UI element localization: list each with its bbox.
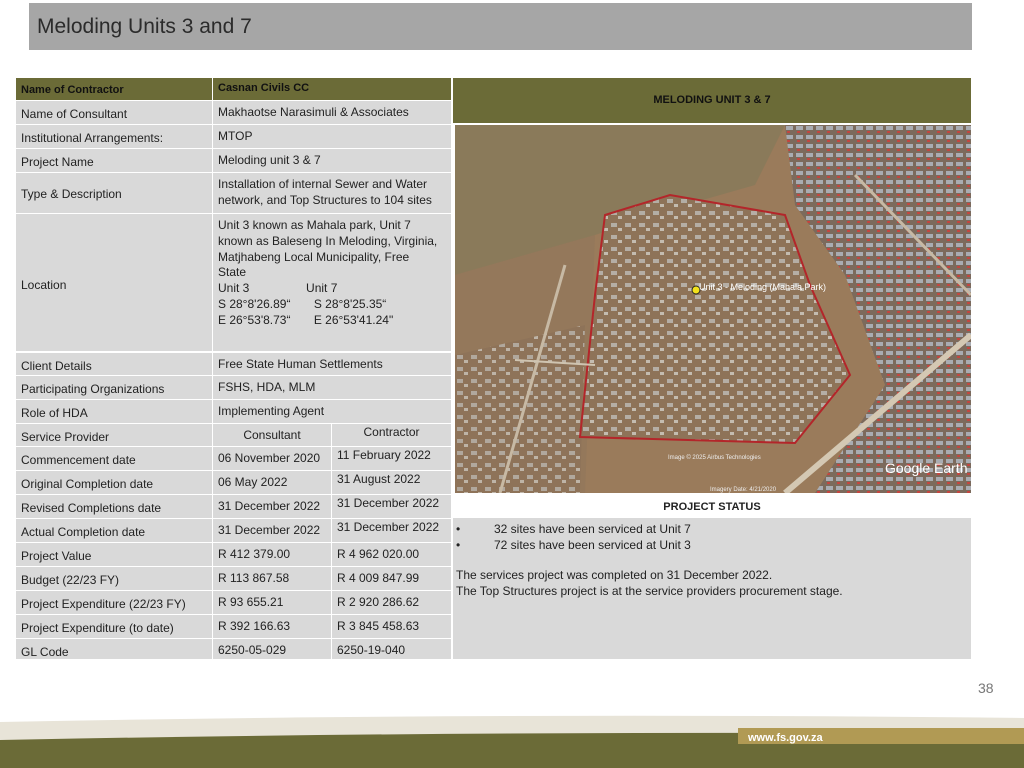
consultant-value: R 93 655.21 (213, 591, 331, 614)
table-row: Project Expenditure (22/23 FY) R 93 655.… (16, 591, 452, 614)
row-label: Commencement date (16, 447, 212, 470)
bullet-icon: • (456, 522, 461, 536)
value-line: Matjhabeng Local Municipality, Free (218, 249, 410, 264)
consultant-value: 31 December 2022 (213, 519, 331, 542)
table-row: Actual Completion date 31 December 2022 … (16, 519, 452, 542)
row-label: Project Name (16, 149, 212, 172)
contractor-value: 11 February 2022 (332, 447, 451, 470)
contractor-value: R 4 009 847.99 (332, 567, 451, 590)
table-row: Project Expenditure (to date) R 392 166.… (16, 615, 452, 638)
status-body: • 32 sites have been serviced at Unit 7 … (453, 518, 971, 659)
value-line: State (218, 265, 247, 280)
bullet-text: 32 sites have been serviced at Unit 7 (494, 522, 691, 536)
status-paragraph: The Top Structures project is at the ser… (456, 583, 843, 598)
contractor-value: 31 December 2022 (332, 519, 451, 542)
bullet-text: 72 sites have been serviced at Unit 3 (494, 538, 691, 552)
row-value: Meloding unit 3 & 7 (213, 149, 451, 172)
row-value: FSHS, HDA, MLM (213, 376, 451, 399)
row-label: Project Value (16, 543, 212, 566)
value-line: S 28°8'26.89“ S 28°8'25.35“ (218, 296, 387, 311)
row-label: Location (16, 214, 212, 351)
table-row: Type & Description Installation of inter… (16, 173, 452, 213)
consultant-value: R 412 379.00 (213, 543, 331, 566)
footer-graphic (0, 715, 1024, 768)
contractor-value: Contractor (332, 424, 451, 446)
consultant-value: 06 May 2022 (213, 471, 331, 494)
table-row: Budget (22/23 FY) R 113 867.58 R 4 009 8… (16, 567, 452, 590)
satellite-map-image: Unit 3 - Meloding (Mahala Park) Image © … (455, 125, 971, 493)
table-row: Original Completion date 06 May 2022 31 … (16, 471, 452, 494)
map-graphic: Unit 3 - Meloding (Mahala Park) Image © … (455, 125, 971, 493)
status-paragraph: The services project was completed on 31… (456, 568, 773, 582)
contractor-label: Name of Contractor (16, 78, 212, 100)
row-value: MTOP (213, 125, 451, 148)
row-label: Project Expenditure (to date) (16, 615, 212, 638)
table-row: Location Unit 3 known as Mahala park, Un… (16, 214, 452, 351)
page-title: Meloding Units 3 and 7 (37, 15, 252, 38)
row-label: Client Details (16, 353, 212, 375)
table-row: Client Details Free State Human Settleme… (16, 353, 452, 375)
map-marker-label: Unit 3 - Meloding (Mahala Park) (699, 282, 826, 292)
consultant-value: R 113 867.58 (213, 567, 331, 590)
row-value: Makhaotse Narasimuli & Associates (213, 101, 451, 124)
contractor-value: Casnan Civils CC (213, 78, 451, 100)
contractor-value: R 2 920 286.62 (332, 591, 451, 614)
contractor-value: R 3 845 458.63 (332, 615, 451, 638)
row-label: Project Expenditure (22/23 FY) (16, 591, 212, 614)
row-value: Free State Human Settlements (213, 353, 451, 375)
footer-band: www.fs.gov.za (0, 712, 1024, 768)
row-label: Budget (22/23 FY) (16, 567, 212, 590)
table-row: Name of Consultant Makhaotse Narasimuli … (16, 101, 452, 124)
consultant-value: 06 November 2020 (213, 447, 331, 470)
row-label: Actual Completion date (16, 519, 212, 542)
contractor-value: R 4 962 020.00 (332, 543, 451, 566)
row-label: Original Completion date (16, 471, 212, 494)
status-bullet: • 72 sites have been serviced at Unit 3 (456, 538, 971, 554)
value-line: Unit 3 Unit 7 (218, 281, 338, 296)
row-value: Installation of internal Sewer and Water… (213, 173, 451, 213)
bullet-icon: • (456, 538, 461, 552)
contractor-row: Name of Contractor Casnan Civils CC (16, 78, 452, 100)
row-label: Participating Organizations (16, 376, 212, 399)
project-header: MELODING UNIT 3 & 7 (453, 78, 971, 123)
table-row: Project Name Meloding unit 3 & 7 (16, 149, 452, 172)
table-row: Role of HDA Implementing Agent (16, 400, 452, 423)
row-label: GL Code (16, 639, 212, 659)
table-row: GL Code 6250-05-029 6250-19-040 (16, 639, 452, 659)
table-row: Commencement date 06 November 2020 11 Fe… (16, 447, 452, 470)
value-line: Unit 3 known as Mahala park, Unit 7 (218, 218, 411, 232)
consultant-value: R 392 166.63 (213, 615, 331, 638)
table-row: Institutional Arrangements: MTOP (16, 125, 452, 148)
footer-url[interactable]: www.fs.gov.za (748, 732, 823, 744)
consultant-value: 31 December 2022 (213, 495, 331, 518)
row-label: Revised Completions date (16, 495, 212, 518)
row-value: Implementing Agent (213, 400, 451, 423)
table-row: Service Provider Consultant Contractor (16, 424, 452, 446)
row-value: Unit 3 known as Mahala park, Unit 7 know… (213, 214, 451, 351)
page-number: 38 (978, 680, 994, 696)
table-row: Project Value R 412 379.00 R 4 962 020.0… (16, 543, 452, 566)
value-line: E 26°53'8.73“ E 26°53'41.24" (218, 312, 394, 327)
table-row: Revised Completions date 31 December 202… (16, 495, 452, 518)
contractor-value: 6250-19-040 (332, 639, 451, 659)
status-bullet: • 32 sites have been serviced at Unit 7 (456, 522, 971, 538)
consultant-value: 6250-05-029 (213, 639, 331, 659)
status-header: PROJECT STATUS (453, 496, 971, 518)
consultant-value: Consultant (213, 424, 331, 446)
imagery-date: Imagery Date: 4/21/2020 (710, 487, 777, 493)
contractor-value: 31 August 2022 (332, 471, 451, 494)
value-line: network, and Top Structures to 104 sites (218, 192, 432, 207)
value-line: Installation of internal Sewer and Water (218, 177, 427, 191)
contractor-value: 31 December 2022 (332, 495, 451, 518)
imagery-credit: Image © 2025 Airbus Technologies (668, 454, 761, 461)
row-label: Name of Consultant (16, 101, 212, 124)
row-label: Institutional Arrangements: (16, 125, 212, 148)
value-line: known as Baleseng In Meloding, Virginia, (218, 233, 438, 248)
row-label: Role of HDA (16, 400, 212, 423)
row-label: Service Provider (16, 424, 212, 446)
google-earth-logo: Google Earth (885, 460, 968, 476)
table-row: Participating Organizations FSHS, HDA, M… (16, 376, 452, 399)
row-label: Type & Description (16, 173, 212, 213)
title-bar: Meloding Units 3 and 7 (29, 3, 972, 50)
